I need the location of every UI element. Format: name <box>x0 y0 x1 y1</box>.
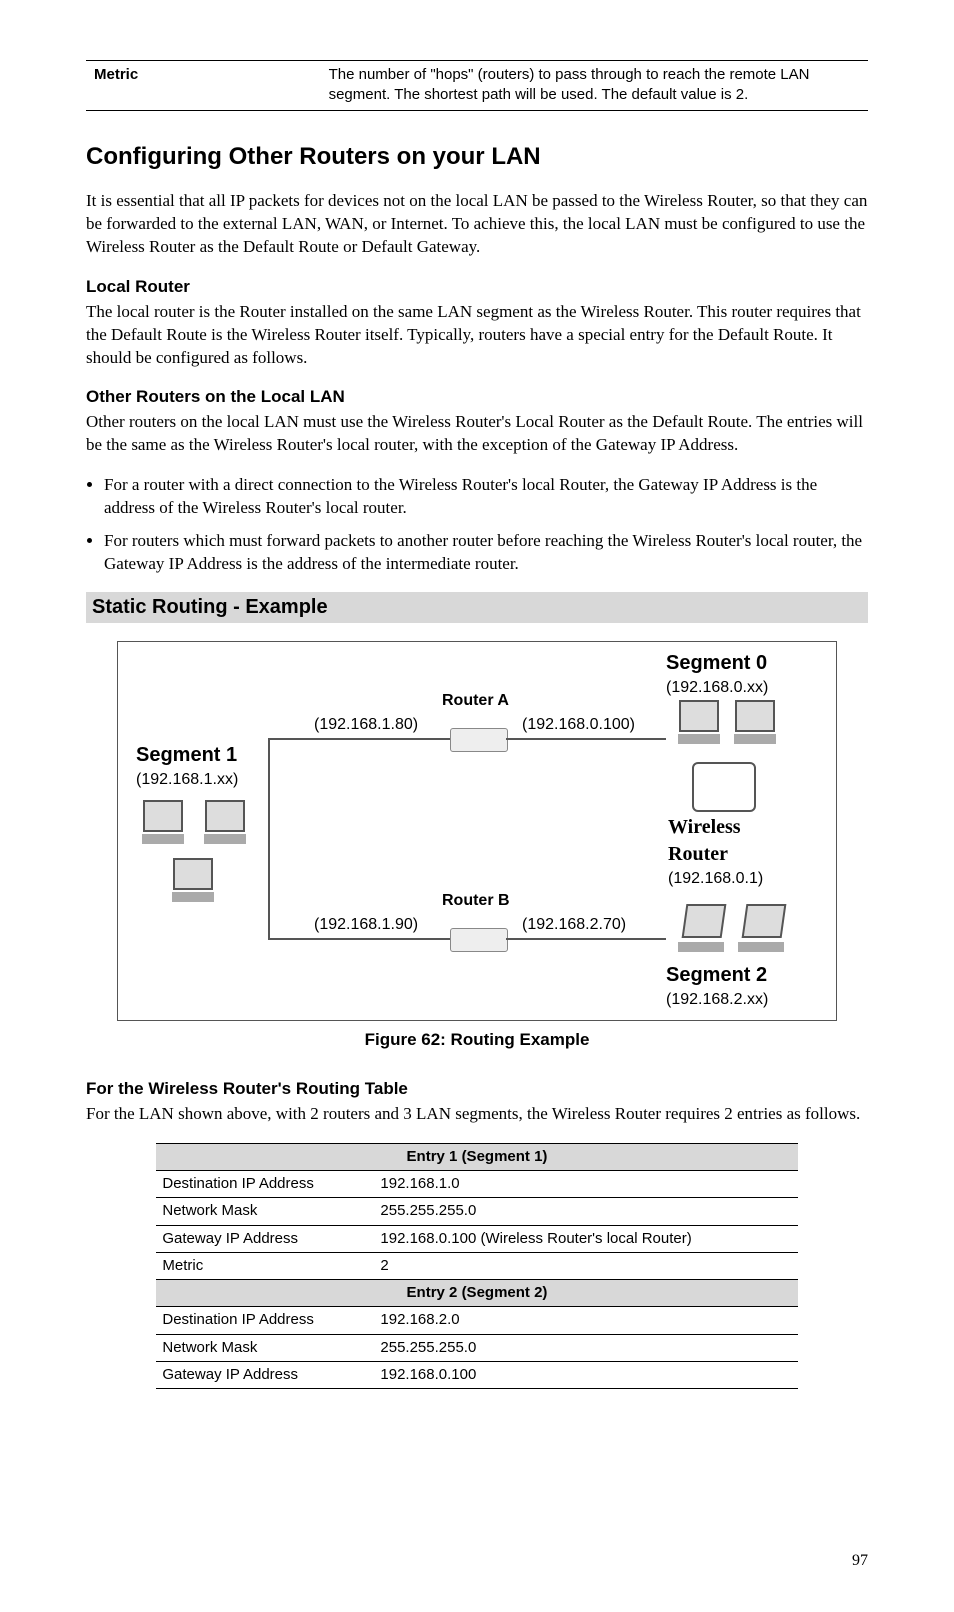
line <box>268 738 270 938</box>
cell-key: Network Mask <box>156 1334 374 1361</box>
intro-paragraph: It is essential that all IP packets for … <box>86 190 868 259</box>
segment0-ip: (192.168.0.xx) <box>666 679 768 696</box>
cell-key: Destination IP Address <box>156 1171 374 1198</box>
cell-val: 192.168.2.0 <box>374 1307 797 1334</box>
example-heading: Static Routing - Example <box>86 592 868 623</box>
def-val: The number of "hops" (routers) to pass t… <box>321 61 868 111</box>
segment1-label: Segment 1 (192.168.1.xx) <box>136 742 238 791</box>
wireless-router-icon <box>692 762 756 812</box>
definition-table: Metric The number of "hops" (routers) to… <box>86 60 868 111</box>
cell-val: 192.168.0.100 (Wireless Router's local R… <box>374 1225 797 1252</box>
wireless-router-name: WirelessRouter <box>668 816 741 865</box>
cell-key: Destination IP Address <box>156 1307 374 1334</box>
cell-key: Network Mask <box>156 1198 374 1225</box>
local-router-text: The local router is the Router installed… <box>86 301 868 370</box>
cell-key: Gateway IP Address <box>156 1361 374 1388</box>
wireless-router-label: WirelessRouter (192.168.0.1) <box>668 814 763 890</box>
pc-icon <box>172 858 214 904</box>
table-header-row: Entry 2 (Segment 2) <box>156 1280 797 1307</box>
list-item: For routers which must forward packets t… <box>104 530 868 576</box>
segment2-label: Segment 2 (192.168.2.xx) <box>666 962 768 1011</box>
routerB-title: Router B <box>442 890 510 912</box>
list-item: For a router with a direct connection to… <box>104 474 868 520</box>
entry2-header: Entry 2 (Segment 2) <box>156 1280 797 1307</box>
line <box>268 738 450 740</box>
figure-caption: Figure 62: Routing Example <box>86 1029 868 1052</box>
routing-diagram: Segment 0 (192.168.0.xx) WirelessRouter … <box>117 641 837 1021</box>
cell-key: Gateway IP Address <box>156 1225 374 1252</box>
line <box>268 938 450 940</box>
page-number: 97 <box>852 1550 868 1572</box>
entry1-header: Entry 1 (Segment 1) <box>156 1143 797 1170</box>
cell-val: 255.255.255.0 <box>374 1334 797 1361</box>
bullet-list: For a router with a direct connection to… <box>86 474 868 576</box>
router-icon <box>450 728 508 752</box>
pc-icon <box>678 904 724 954</box>
cell-val: 192.168.1.0 <box>374 1171 797 1198</box>
segment1-title: Segment 1 <box>136 744 237 766</box>
table-row: Network Mask 255.255.255.0 <box>156 1198 797 1225</box>
table-row: Metric 2 <box>156 1252 797 1279</box>
cell-val: 192.168.0.100 <box>374 1361 797 1388</box>
pc-icon <box>142 800 184 846</box>
segment0-title: Segment 0 <box>666 652 767 674</box>
table-row: Gateway IP Address 192.168.0.100 (Wirele… <box>156 1225 797 1252</box>
pc-icon <box>738 904 784 954</box>
cell-val: 255.255.255.0 <box>374 1198 797 1225</box>
def-key: Metric <box>86 61 321 111</box>
pc-icon <box>734 700 776 746</box>
rt-text: For the LAN shown above, with 2 routers … <box>86 1103 868 1126</box>
routerB-left-ip: (192.168.1.90) <box>314 914 418 936</box>
routerA-title: Router A <box>442 690 509 712</box>
routerA-left-ip: (192.168.1.80) <box>314 714 418 736</box>
page: Metric The number of "hops" (routers) to… <box>0 0 954 1612</box>
table-header-row: Entry 1 (Segment 1) <box>156 1143 797 1170</box>
section-heading: Configuring Other Routers on your LAN <box>86 141 868 173</box>
routerA-right-ip: (192.168.0.100) <box>522 714 635 736</box>
rt-heading: For the Wireless Router's Routing Table <box>86 1078 868 1101</box>
cell-key: Metric <box>156 1252 374 1279</box>
table-row: Gateway IP Address 192.168.0.100 <box>156 1361 797 1388</box>
routerB-right-ip: (192.168.2.70) <box>522 914 626 936</box>
line <box>506 738 666 740</box>
other-routers-text: Other routers on the local LAN must use … <box>86 411 868 457</box>
line <box>506 938 666 940</box>
segment0-label: Segment 0 (192.168.0.xx) <box>666 650 768 699</box>
cell-val: 2 <box>374 1252 797 1279</box>
router-icon <box>450 928 508 952</box>
segment2-title: Segment 2 <box>666 964 767 986</box>
other-routers-heading: Other Routers on the Local LAN <box>86 386 868 409</box>
table-row: Network Mask 255.255.255.0 <box>156 1334 797 1361</box>
wireless-router-ip: (192.168.0.1) <box>668 870 763 887</box>
segment1-ip: (192.168.1.xx) <box>136 771 238 788</box>
local-router-heading: Local Router <box>86 276 868 299</box>
pc-icon <box>204 800 246 846</box>
table-row: Destination IP Address 192.168.1.0 <box>156 1171 797 1198</box>
segment2-ip: (192.168.2.xx) <box>666 991 768 1008</box>
pc-icon <box>678 700 720 746</box>
table-row: Destination IP Address 192.168.2.0 <box>156 1307 797 1334</box>
routing-table: Entry 1 (Segment 1) Destination IP Addre… <box>156 1143 797 1389</box>
